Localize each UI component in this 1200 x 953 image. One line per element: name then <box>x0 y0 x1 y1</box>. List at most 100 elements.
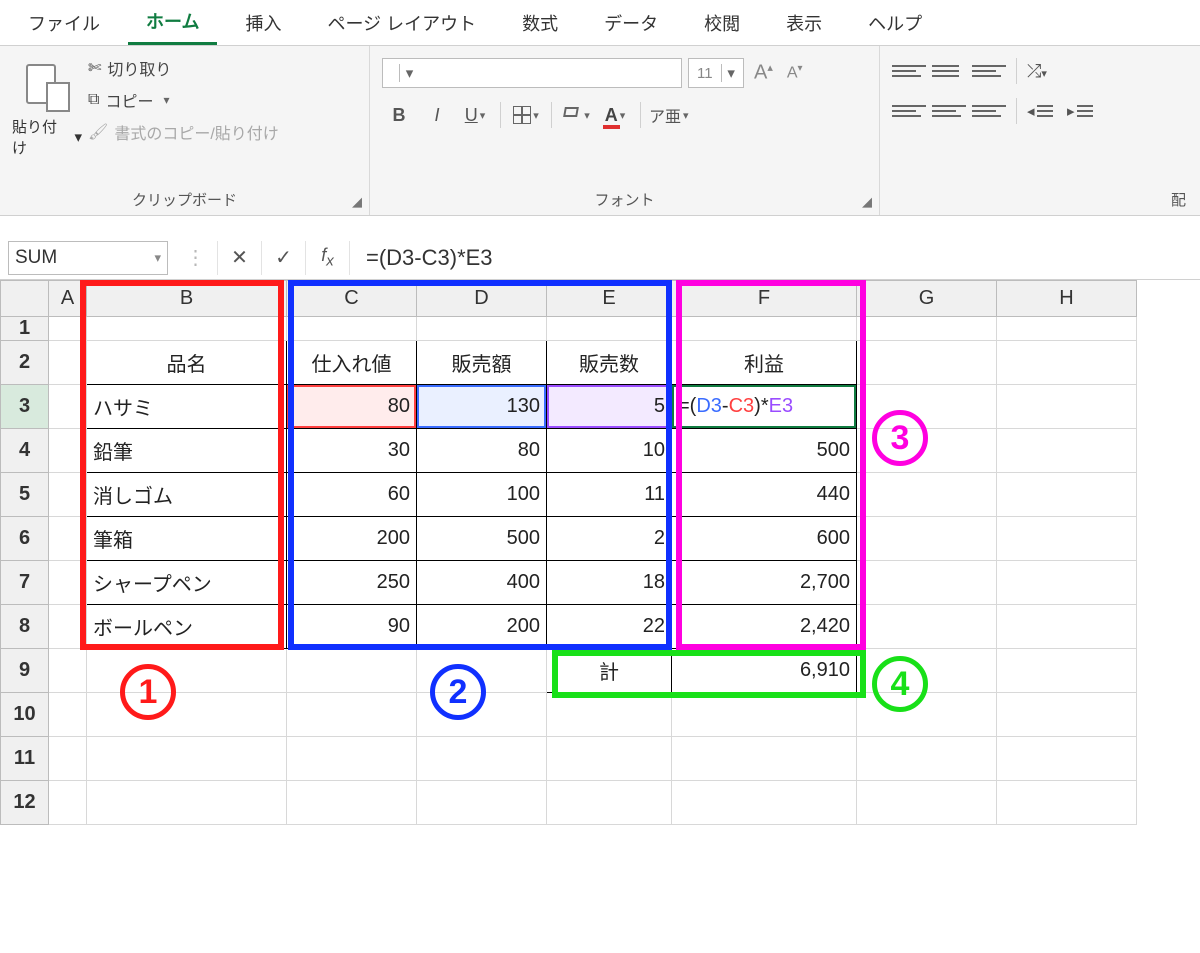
cell[interactable]: 500 <box>672 429 857 473</box>
cell[interactable]: ハサミ <box>87 385 287 429</box>
cell[interactable] <box>417 317 547 341</box>
cell[interactable]: 90 <box>287 605 417 649</box>
align-right-button[interactable] <box>972 98 1006 124</box>
cell[interactable] <box>672 317 857 341</box>
col-header-C[interactable]: C <box>287 281 417 317</box>
cell[interactable]: 2,420 <box>672 605 857 649</box>
tab-page-layout[interactable]: ページ レイアウト <box>309 2 494 44</box>
cell[interactable]: 200 <box>287 517 417 561</box>
font-color-button[interactable]: A▾ <box>598 100 632 130</box>
font-name-combo[interactable]: ▾ <box>382 58 682 88</box>
cell[interactable]: 11 <box>547 473 672 517</box>
cell[interactable] <box>997 561 1137 605</box>
cell[interactable]: 30 <box>287 429 417 473</box>
align-bottom-button[interactable] <box>972 58 1006 84</box>
underline-button[interactable]: U▾ <box>458 100 492 130</box>
cell-header-d[interactable]: 販売額 <box>417 341 547 385</box>
cell[interactable] <box>87 737 287 781</box>
cell[interactable] <box>672 781 857 825</box>
cell[interactable] <box>997 649 1137 693</box>
select-all-corner[interactable] <box>1 281 49 317</box>
cell[interactable]: 500 <box>417 517 547 561</box>
cell[interactable] <box>857 737 997 781</box>
cell[interactable] <box>49 649 87 693</box>
cell[interactable] <box>49 317 87 341</box>
fx-button[interactable]: fx <box>306 241 350 275</box>
cell[interactable] <box>287 737 417 781</box>
col-header-H[interactable]: H <box>997 281 1137 317</box>
name-box[interactable]: SUM ▾ <box>8 241 168 275</box>
cell[interactable] <box>87 317 287 341</box>
row-header[interactable]: 2 <box>1 341 49 385</box>
cell[interactable] <box>87 693 287 737</box>
cell[interactable] <box>857 473 997 517</box>
cell[interactable] <box>857 341 997 385</box>
cell[interactable]: 60 <box>287 473 417 517</box>
cell[interactable] <box>287 317 417 341</box>
cell[interactable] <box>997 385 1137 429</box>
formula-bar-input[interactable]: =(D3-C3)*E3 <box>350 241 1200 275</box>
cell[interactable] <box>49 473 87 517</box>
align-middle-button[interactable] <box>932 58 966 84</box>
bold-button[interactable]: B <box>382 100 416 130</box>
cell[interactable]: 400 <box>417 561 547 605</box>
row-header[interactable]: 3 <box>1 385 49 429</box>
cell-editing[interactable]: =(D3-C3)*E3 <box>672 385 857 429</box>
col-header-B[interactable]: B <box>87 281 287 317</box>
cut-button[interactable]: ✄ 切り取り <box>88 56 279 80</box>
cell[interactable] <box>857 317 997 341</box>
cell[interactable] <box>417 781 547 825</box>
grow-font-button[interactable]: A▴ <box>750 61 777 85</box>
cell[interactable] <box>547 781 672 825</box>
cell[interactable]: 2 <box>547 517 672 561</box>
italic-button[interactable]: I <box>420 100 454 130</box>
row-header[interactable]: 11 <box>1 737 49 781</box>
cell[interactable] <box>49 517 87 561</box>
cell-header-b[interactable]: 品名 <box>87 341 287 385</box>
row-header[interactable]: 9 <box>1 649 49 693</box>
tab-insert[interactable]: 挿入 <box>227 2 299 44</box>
cell[interactable] <box>997 781 1137 825</box>
col-header-G[interactable]: G <box>857 281 997 317</box>
increase-indent-button[interactable]: ▸ <box>1067 98 1101 124</box>
copy-button[interactable]: ⧉ コピー ▾ <box>88 88 279 112</box>
cell[interactable] <box>997 317 1137 341</box>
cell[interactable]: 鉛筆 <box>87 429 287 473</box>
cell[interactable] <box>997 341 1137 385</box>
enter-formula-button[interactable]: ✓ <box>262 241 306 275</box>
col-header-A[interactable]: A <box>49 281 87 317</box>
cell-header-c[interactable]: 仕入れ値 <box>287 341 417 385</box>
cell[interactable]: 600 <box>672 517 857 561</box>
cell[interactable] <box>49 737 87 781</box>
cell[interactable] <box>997 429 1137 473</box>
cell[interactable] <box>49 385 87 429</box>
cell[interactable]: 250 <box>287 561 417 605</box>
align-top-button[interactable] <box>892 58 926 84</box>
cell[interactable]: 10 <box>547 429 672 473</box>
col-header-F[interactable]: F <box>672 281 857 317</box>
cell[interactable] <box>87 781 287 825</box>
cell[interactable]: 200 <box>417 605 547 649</box>
phonetic-button[interactable]: ア亜▾ <box>649 100 689 130</box>
align-center-button[interactable] <box>932 98 966 124</box>
cell[interactable] <box>997 473 1137 517</box>
row-header[interactable]: 1 <box>1 317 49 341</box>
tab-help[interactable]: ヘルプ <box>850 2 940 44</box>
row-header[interactable]: 4 <box>1 429 49 473</box>
orientation-button[interactable]: ⤮▾ <box>1027 61 1047 82</box>
cell[interactable]: 80 <box>287 385 417 429</box>
tab-data[interactable]: データ <box>586 2 676 44</box>
cell[interactable]: ボールペン <box>87 605 287 649</box>
cell[interactable]: 440 <box>672 473 857 517</box>
row-header[interactable]: 5 <box>1 473 49 517</box>
name-box-more[interactable]: ⋮ <box>174 241 218 275</box>
shrink-font-button[interactable]: A▾ <box>783 63 807 82</box>
cancel-formula-button[interactable]: ✕ <box>218 241 262 275</box>
cell[interactable] <box>857 605 997 649</box>
row-header[interactable]: 6 <box>1 517 49 561</box>
cell-total-label[interactable]: 計 <box>547 649 672 693</box>
tab-review[interactable]: 校閲 <box>686 2 758 44</box>
cell[interactable] <box>997 737 1137 781</box>
cell[interactable] <box>547 693 672 737</box>
tab-formulas[interactable]: 数式 <box>504 2 576 44</box>
